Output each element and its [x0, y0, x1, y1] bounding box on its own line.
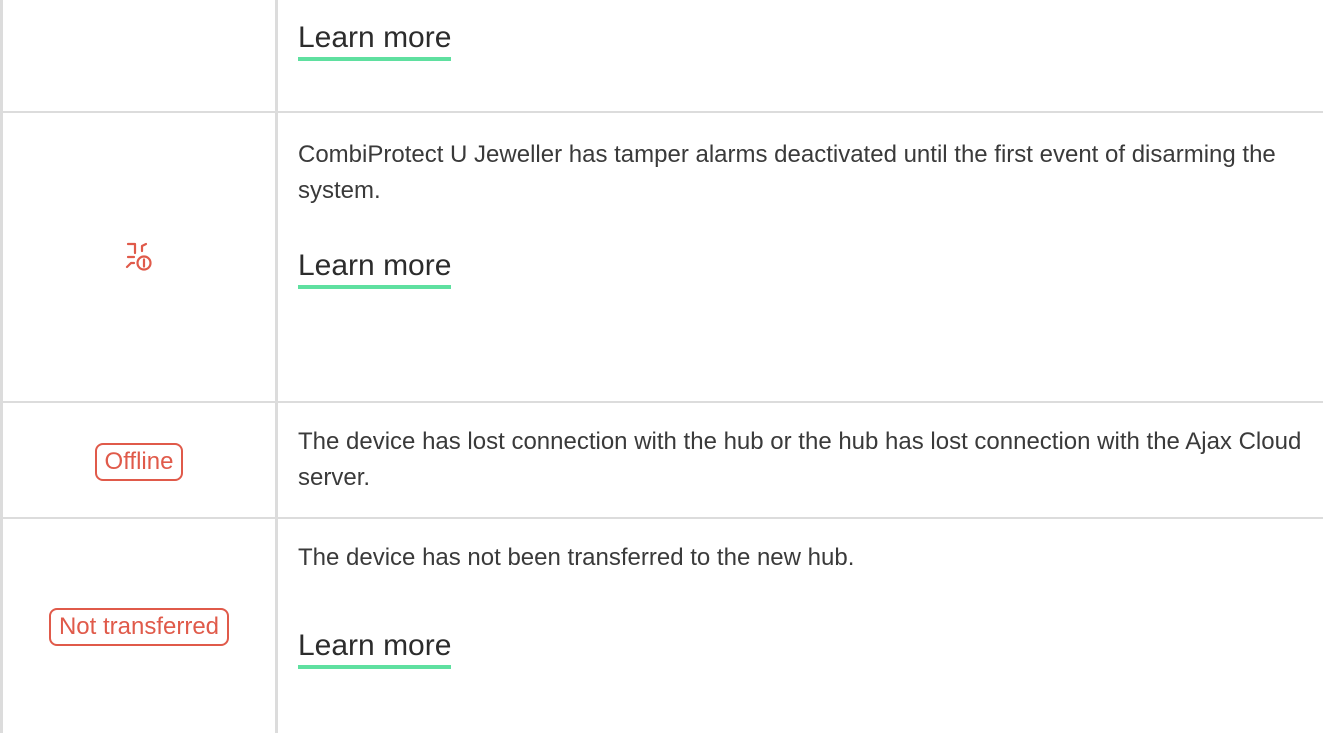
icon-cell: Not transferred — [3, 518, 275, 733]
offline-description: The device has lost connection with the … — [298, 428, 1302, 491]
learn-more-link[interactable]: Learn more — [298, 20, 452, 61]
offline-status-badge: Offline — [94, 443, 184, 481]
not-transferred-description: The device has not been transferred to t… — [298, 544, 855, 571]
table-row: CombiProtect U Jeweller has tamper alarm… — [0, 112, 1323, 402]
learn-more-link[interactable]: Learn more — [298, 248, 452, 289]
table-row: Learn more — [0, 0, 1323, 112]
description-cell: The device has lost connection with the … — [298, 424, 1308, 496]
icon-cell: Offline — [3, 402, 275, 522]
status-table: Learn more CombiProtect U Jeweller has t… — [0, 0, 1323, 733]
icon-cell — [3, 112, 275, 402]
table-row: Offline The device has lost connection w… — [0, 402, 1323, 518]
tamper-alarm-deactivated-icon — [125, 242, 152, 271]
description-cell: The device has not been transferred to t… — [298, 540, 1308, 669]
not-transferred-status-badge: Not transferred — [48, 608, 230, 646]
tamper-description: CombiProtect U Jeweller has tamper alarm… — [298, 141, 1276, 204]
description-cell: Learn more — [298, 20, 1308, 61]
description-cell: CombiProtect U Jeweller has tamper alarm… — [298, 137, 1308, 289]
learn-more-link[interactable]: Learn more — [298, 628, 452, 669]
table-row: Not transferred The device has not been … — [0, 518, 1323, 733]
